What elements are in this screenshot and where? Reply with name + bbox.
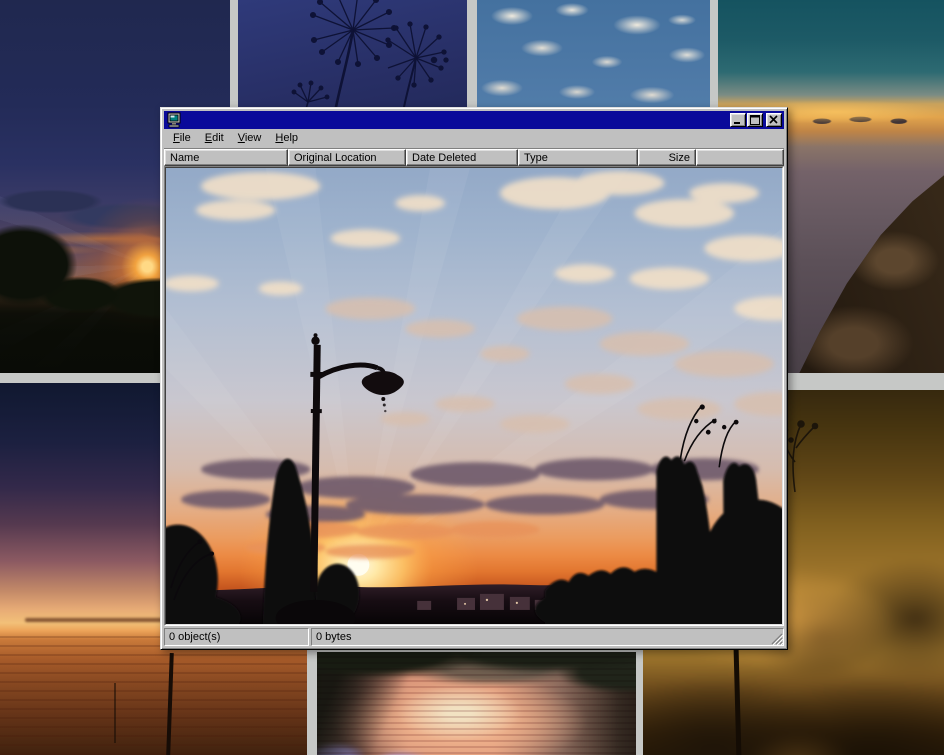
close-icon [769, 115, 779, 125]
menu-help[interactable]: Help [268, 130, 305, 146]
status-object-count: 0 object(s) [164, 628, 309, 646]
statusbar: 0 object(s) 0 bytes [164, 628, 784, 646]
menu-edit[interactable]: Edit [198, 130, 231, 146]
resize-grip[interactable] [770, 632, 783, 645]
column-header-date-deleted[interactable]: Date Deleted [406, 149, 518, 166]
column-header-type[interactable]: Type [518, 149, 638, 166]
computer-icon[interactable] [166, 112, 182, 128]
sunset-lamp-photo [166, 168, 782, 624]
column-header-size[interactable]: Size [638, 149, 696, 166]
column-headers: Name Original Location Date Deleted Type… [164, 149, 784, 166]
menu-view[interactable]: View [231, 130, 269, 146]
water-ripples [317, 652, 636, 755]
maximize-icon [750, 115, 760, 125]
maximize-button[interactable] [747, 113, 763, 127]
menubar: File Edit View Help [164, 129, 784, 149]
list-view-border [164, 166, 784, 626]
column-header-original-location[interactable]: Original Location [288, 149, 406, 166]
desktop: File Edit View Help Name Original Locati… [0, 0, 944, 755]
minimize-button[interactable] [730, 113, 746, 127]
background-photo-water-reflection [317, 652, 636, 755]
column-header-name[interactable]: Name [164, 149, 288, 166]
list-view-area[interactable] [165, 167, 783, 625]
menu-file[interactable]: File [166, 130, 198, 146]
water-pole-small [114, 683, 116, 743]
close-button[interactable] [766, 113, 782, 127]
column-header-filler[interactable] [696, 149, 784, 166]
recycle-bin-window: File Edit View Help Name Original Locati… [160, 107, 788, 650]
status-size: 0 bytes [311, 628, 784, 646]
minimize-icon [733, 115, 743, 125]
titlebar[interactable] [164, 111, 784, 129]
